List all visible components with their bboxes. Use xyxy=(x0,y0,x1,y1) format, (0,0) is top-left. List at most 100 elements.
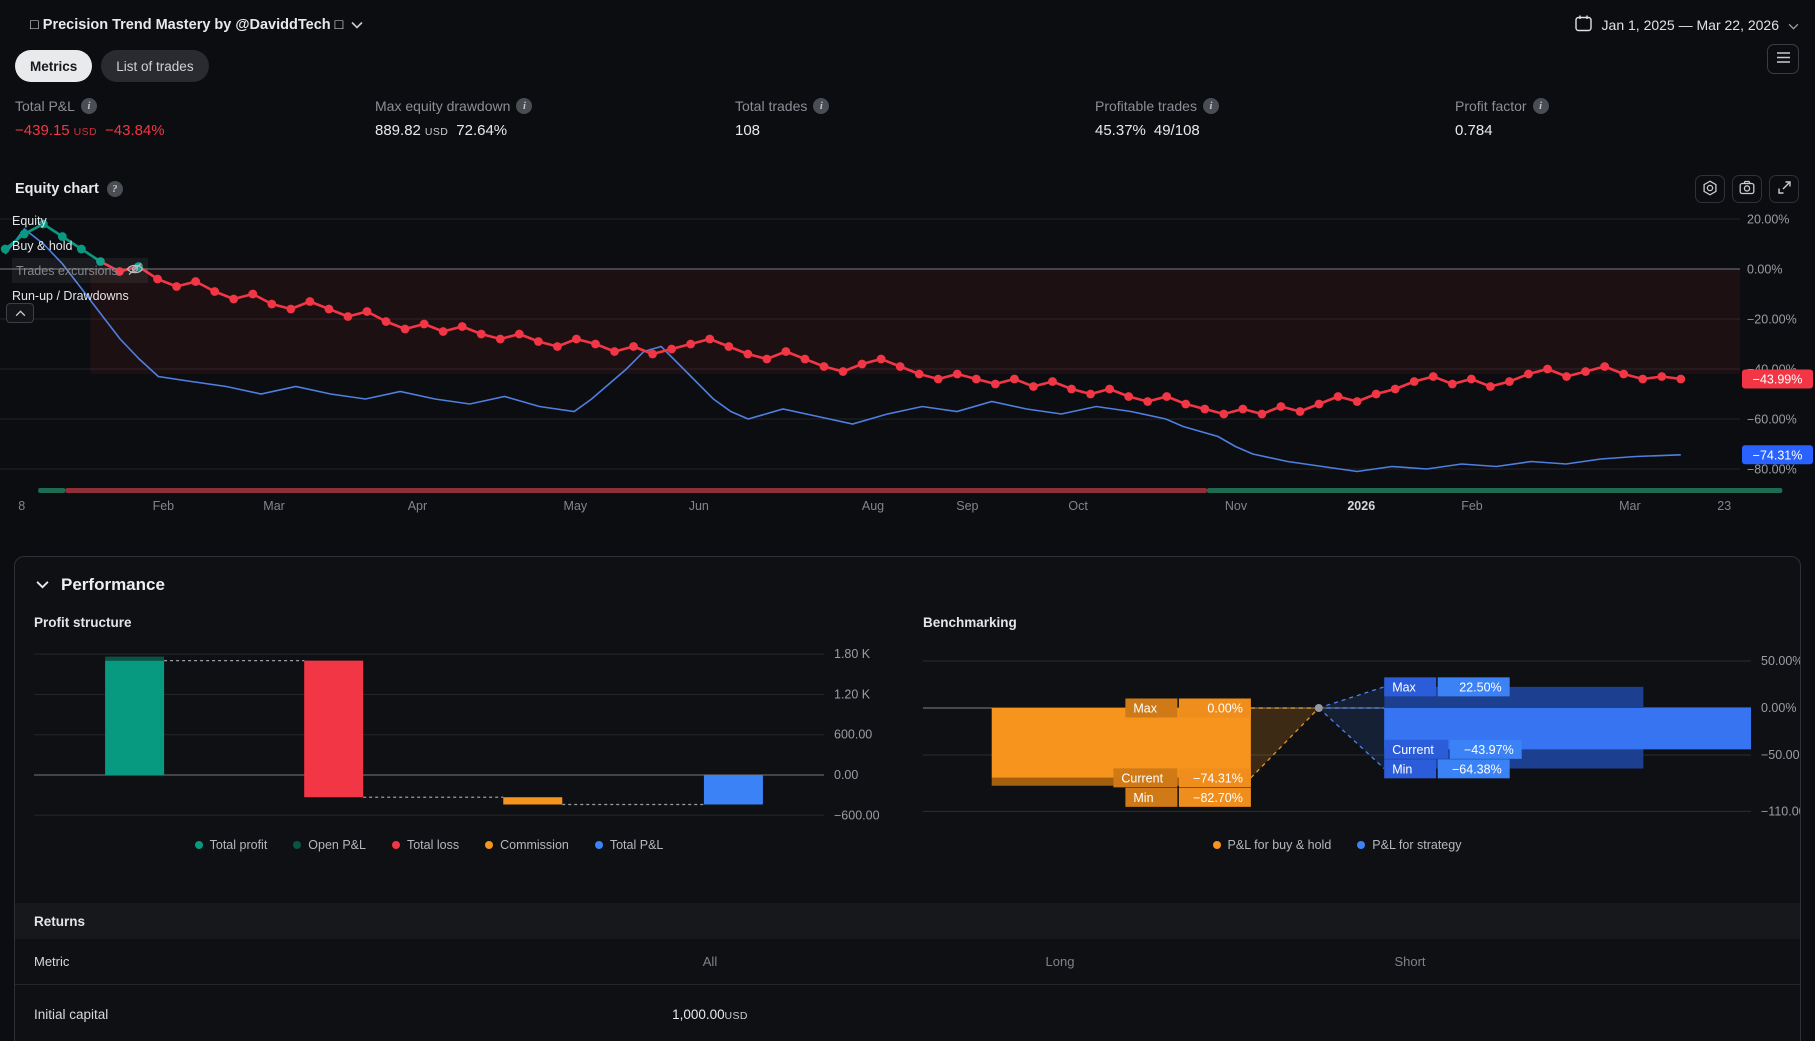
equity-point xyxy=(1638,374,1648,384)
legend-dot-icon xyxy=(1212,841,1221,849)
performance-charts: Profit structure 1.80 K 1.20 K 600.00 0.00 −… xyxy=(15,615,1800,887)
metric-profit-factor: Profit factor i 0.784 xyxy=(1455,98,1815,154)
equity-point xyxy=(1067,384,1076,394)
x-axis-label: Jun xyxy=(689,499,709,513)
equity-point xyxy=(362,307,372,316)
date-range-label: Jan 1, 2025 — Mar 22, 2026 xyxy=(1601,17,1779,33)
legend-item-equity[interactable]: Equity xyxy=(12,208,148,233)
equity-point xyxy=(971,374,981,384)
x-axis-label: Mar xyxy=(263,499,285,513)
equity-chart[interactable]: Equity Buy & hold Trades excursions Run-… xyxy=(0,204,1815,520)
equity-point xyxy=(533,337,543,346)
buyhold-range-bar[interactable] xyxy=(991,708,1251,778)
equity-chart-title: Equity chart xyxy=(15,181,99,197)
equity-point xyxy=(495,334,505,344)
legend-label: Commission xyxy=(500,838,569,852)
info-icon[interactable]: i xyxy=(813,98,830,114)
equity-chart-svg[interactable]: 20.00%0.00%−20.00%−40.00%−60.00%−80.00%−… xyxy=(0,204,1815,520)
info-icon[interactable]: i xyxy=(80,98,97,114)
metric-extra: −43.84% xyxy=(105,122,165,139)
y-axis-label: −80.00% xyxy=(1747,463,1797,477)
y-axis-label: 0.00% xyxy=(1747,263,1782,277)
y-axis-label: −20.00% xyxy=(1747,313,1797,327)
equity-point xyxy=(1200,404,1210,414)
legend-item[interactable]: Total loss xyxy=(391,838,459,852)
chart-settings-button[interactable] xyxy=(1695,175,1725,203)
info-icon[interactable]: i xyxy=(1532,98,1549,114)
benchmarking-title: Benchmarking xyxy=(923,615,1017,630)
help-icon[interactable]: ? xyxy=(106,181,123,197)
fullscreen-button[interactable] xyxy=(1769,175,1799,203)
metric-total-pnl: Total P&L i −439.15 USD −43.84% xyxy=(15,98,375,154)
legend-item-trades-excursions[interactable]: Trades excursions xyxy=(12,258,148,283)
tab-metrics[interactable]: Metrics xyxy=(15,50,93,82)
benchmarking-legend: P&L for buy & hold P&L for strategy xyxy=(923,838,1751,852)
legend-item[interactable]: Total P&L xyxy=(594,838,664,852)
waterfall-bar[interactable] xyxy=(703,775,763,805)
x-axis-label: 2026 xyxy=(1347,499,1375,513)
legend-item[interactable]: P&L for strategy xyxy=(1357,838,1461,852)
legend-item[interactable]: Commission xyxy=(485,838,569,852)
equity-point xyxy=(476,329,486,339)
info-icon[interactable]: i xyxy=(1202,98,1219,114)
metric-label: Total trades xyxy=(735,98,808,114)
legend-item[interactable]: Open P&L xyxy=(293,838,366,852)
strategy-title-menu[interactable]: □ Precision Trend Mastery by @DaviddTech… xyxy=(30,17,363,33)
equity-point xyxy=(1238,404,1248,414)
equity-point xyxy=(1295,407,1305,416)
equity-point xyxy=(286,304,296,314)
equity-point xyxy=(1619,369,1629,379)
equity-point xyxy=(1600,362,1610,371)
equity-point xyxy=(591,339,600,349)
metric-label: Max equity drawdown xyxy=(375,98,511,114)
waterfall-bar[interactable] xyxy=(304,660,364,798)
equity-point xyxy=(514,329,524,339)
x-axis-label: 8 xyxy=(18,499,25,513)
camera-icon xyxy=(1739,180,1755,198)
waterfall-bar[interactable] xyxy=(105,660,165,775)
x-axis-label: Mar xyxy=(1619,499,1641,513)
table-row[interactable]: Initial capital 1,000.00 USD xyxy=(15,985,1800,1041)
metric-unit: USD xyxy=(73,126,98,138)
equity-point xyxy=(267,299,277,309)
legend-item-buy-and-hold[interactable]: Buy & hold xyxy=(12,233,148,258)
chip-value: 0.00% xyxy=(1207,702,1242,716)
equity-point xyxy=(305,297,315,306)
equity-point xyxy=(1486,382,1495,391)
equity-point xyxy=(1543,364,1552,374)
waterfall-bar[interactable] xyxy=(503,797,563,805)
legend-dot-icon xyxy=(485,841,494,849)
info-icon[interactable]: i xyxy=(516,98,533,114)
benchmarking-svg[interactable]: 50.00% 0.00% −50.00% −110.00% Max 0.00% Curren… xyxy=(923,645,1801,823)
equity-point xyxy=(1143,397,1153,406)
legend-label: P&L for buy & hold xyxy=(1227,838,1332,852)
legend-item[interactable]: Total profit xyxy=(194,838,267,852)
profit-structure-svg[interactable]: 1.80 K 1.20 K 600.00 0.00 −600.00 xyxy=(34,645,901,823)
date-range-picker[interactable]: Jan 1, 2025 — Mar 22, 2026 xyxy=(1574,14,1799,36)
tab-list-of-trades[interactable]: List of trades xyxy=(101,50,209,82)
performance-section-header[interactable]: Performance xyxy=(15,557,1800,613)
chip-value: −74.31% xyxy=(1193,771,1243,785)
legend-collapse-button[interactable] xyxy=(6,303,34,323)
layout-list-button[interactable] xyxy=(1767,44,1799,74)
equity-point xyxy=(857,359,867,369)
chip-value: 22.50% xyxy=(1459,680,1501,694)
legend-label: Total P&L xyxy=(609,838,664,852)
col-metric: Metric xyxy=(34,954,70,969)
legend-dot-icon xyxy=(194,841,203,849)
x-axis-label: Aug xyxy=(862,499,884,513)
equity-point xyxy=(1352,397,1362,406)
equity-point xyxy=(686,339,696,349)
y-axis-label: 600.00 xyxy=(834,728,872,742)
chevron-down-icon xyxy=(351,17,363,33)
equity-point xyxy=(572,334,581,344)
legend-item[interactable]: P&L for buy & hold xyxy=(1212,838,1332,852)
equity-point xyxy=(153,274,162,284)
col-long: Long xyxy=(1045,954,1075,969)
x-axis-label: May xyxy=(564,499,588,513)
metric-label: Profitable trades xyxy=(1095,98,1197,114)
equity-point xyxy=(667,344,677,354)
camera-snapshot-button[interactable] xyxy=(1732,175,1762,203)
legend-dot-icon xyxy=(391,841,400,849)
returns-section-header[interactable]: Returns xyxy=(15,903,1800,939)
